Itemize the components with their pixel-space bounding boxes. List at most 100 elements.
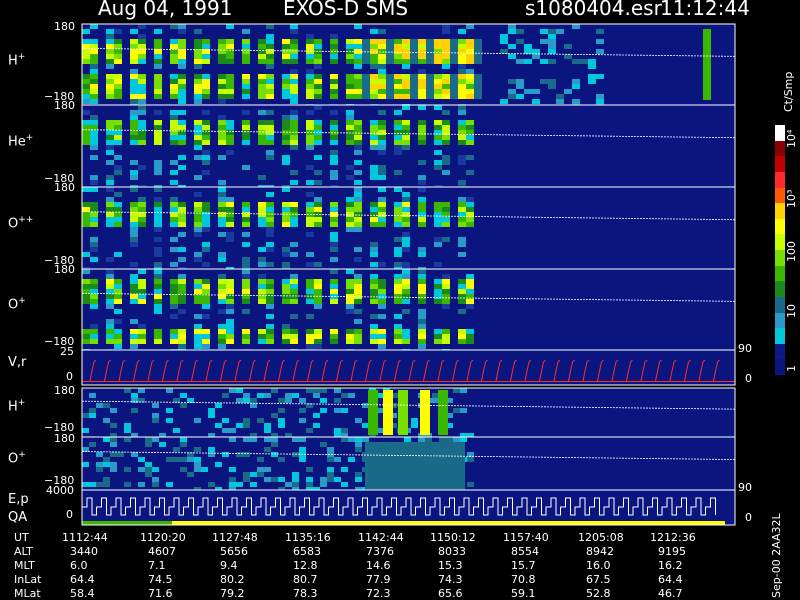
footer-row-label: InLat <box>14 573 42 586</box>
panel-label-o-plus: O+ <box>8 296 26 313</box>
panel-h-plus-2 <box>82 388 735 438</box>
footer-cell: 74.5 <box>148 573 173 586</box>
footer-cell: 8554 <box>511 545 539 558</box>
footer-cell: 1120:20 <box>140 531 186 544</box>
footer-cell: 46.7 <box>658 587 683 600</box>
footer-cell: 9.4 <box>220 559 238 572</box>
colorbar-segment <box>775 125 785 141</box>
footer-cell: 78.3 <box>293 587 318 600</box>
tick-right-o2-bottom: 90 <box>738 481 752 494</box>
colorbar-segment <box>775 343 785 360</box>
panel-label-h-plus: H+ <box>8 52 26 69</box>
footer-cell: 5656 <box>220 545 248 558</box>
colorbar-tick-10: 10 <box>785 304 798 318</box>
footer-cell: 7.1 <box>148 559 166 572</box>
panel-label-h-plus-2: H+ <box>8 398 26 415</box>
footer-cell: 9195 <box>658 545 686 558</box>
panel-label-he-plus: He+ <box>8 133 34 150</box>
panel-o-plus-2 <box>82 437 735 492</box>
tick-right-ep-bottom: 0 <box>745 511 752 524</box>
footer-cell: 4607 <box>148 545 176 558</box>
tick-ep-top: 4000 <box>46 484 74 497</box>
colorbar-segment <box>775 312 785 329</box>
colorbar-segment <box>775 234 785 251</box>
footer-cell: 1142:44 <box>358 531 404 544</box>
colorbar-segment <box>775 203 785 220</box>
footer-cell: 72.3 <box>366 587 391 600</box>
colorbar-tick-100: 100 <box>785 241 798 262</box>
footer-cell: 1205:08 <box>578 531 624 544</box>
colorbar-segment <box>775 328 785 345</box>
footer-cell: 79.2 <box>220 587 245 600</box>
footer-cell: 70.8 <box>511 573 536 586</box>
panel-o-plus-plus <box>82 187 735 272</box>
footer-cell: 15.7 <box>511 559 536 572</box>
footer-cell: 80.7 <box>293 573 318 586</box>
footer-cell: 3440 <box>70 545 98 558</box>
footer-row-label: UT <box>14 531 29 544</box>
panel-h-plus <box>82 24 735 109</box>
colorbar-segment <box>775 171 785 188</box>
colorbar-tick-10000: 10⁴ <box>785 129 798 148</box>
panel-label-ep: E,p <box>8 492 29 507</box>
colorbar-unit-label: Ct/Smp <box>782 71 795 112</box>
footer-cell: 64.4 <box>658 573 683 586</box>
tick-right-vr-top: 90 <box>738 342 752 355</box>
footer-cell: 59.1 <box>511 587 536 600</box>
footer-cell: 1157:40 <box>503 531 549 544</box>
colorbar-segment <box>775 265 785 282</box>
footer-cell: 74.3 <box>438 573 463 586</box>
tick-he-top: 180 <box>54 99 75 112</box>
panel-he-plus <box>82 105 735 190</box>
panel-label-o-plus-plus: O++ <box>8 215 34 232</box>
tick-vr-top: 25 <box>60 345 74 358</box>
colorbar-segment <box>775 187 785 204</box>
footer-cell: 1150:12 <box>430 531 476 544</box>
colorbar-tick-1: 1 <box>785 365 798 372</box>
footer-cell: 6583 <box>293 545 321 558</box>
footer-cell: 1112:44 <box>62 531 108 544</box>
tick-ep-bottom: 0 <box>66 508 73 521</box>
footer-cell: 71.6 <box>148 587 173 600</box>
footer-cell: 52.8 <box>586 587 611 600</box>
colorbar-segment <box>775 281 785 298</box>
footer-cell: 15.3 <box>438 559 463 572</box>
tick-vr-bottom: 0 <box>66 370 73 383</box>
footer-cell: 1135:16 <box>285 531 331 544</box>
colorbar-segment <box>775 140 785 157</box>
colorbar-segment <box>775 296 785 313</box>
footer-cell: 8033 <box>438 545 466 558</box>
footer-cell: 58.4 <box>70 587 95 600</box>
footer-cell: 67.5 <box>586 573 611 586</box>
colorbar-segment <box>775 156 785 173</box>
colorbar-segment <box>775 359 785 376</box>
footer-cell: 80.2 <box>220 573 245 586</box>
footer-row-label: ALT <box>14 545 33 558</box>
sidebar-text: Sep-00 2AA32L <box>770 513 783 598</box>
tick-op-top: 180 <box>54 263 75 276</box>
footer-cell: 16.0 <box>586 559 611 572</box>
footer-cell: 12.8 <box>293 559 318 572</box>
panel-vr <box>82 350 735 385</box>
tick-o2-top: 180 <box>54 432 75 445</box>
colorbar-segment <box>775 250 785 266</box>
footer-cell: 1127:48 <box>212 531 258 544</box>
tick-right-vr-bottom: 0 <box>745 372 752 385</box>
footer-row-label: MLT <box>14 559 35 572</box>
footer-cell: 16.2 <box>658 559 683 572</box>
tick-opp-top: 180 <box>54 181 75 194</box>
footer-cell: 8942 <box>586 545 614 558</box>
panel-label-o-plus-2: O+ <box>8 450 26 467</box>
footer-cell: 77.9 <box>366 573 391 586</box>
footer-row-label: MLat <box>14 587 41 600</box>
panel-label-qa: QA <box>8 510 28 525</box>
tick-h2-top: 180 <box>54 384 75 397</box>
colorbar-segment <box>775 218 785 235</box>
panel-o-plus <box>82 269 735 354</box>
colorbar <box>775 125 785 376</box>
panel-ep-qa <box>81 490 735 525</box>
panel-label-vr: V,r <box>8 355 27 370</box>
footer-cell: 65.6 <box>438 587 463 600</box>
footer-cell: 6.0 <box>70 559 88 572</box>
footer-cell: 14.6 <box>366 559 391 572</box>
